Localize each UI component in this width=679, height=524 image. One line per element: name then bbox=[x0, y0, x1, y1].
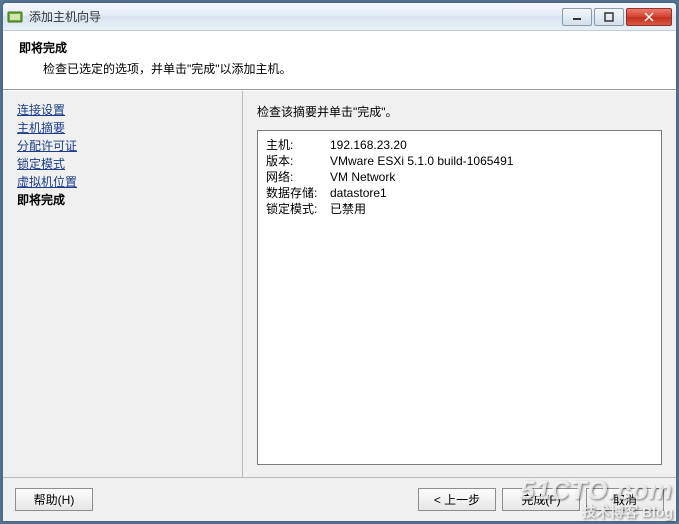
summary-label: 锁定模式: bbox=[266, 201, 330, 217]
step-assign-license[interactable]: 分配许可证 bbox=[17, 137, 242, 155]
wizard-body: 连接设置 主机摘要 分配许可证 锁定模式 虚拟机位置 即将完成 检查该摘要并单击… bbox=[3, 90, 676, 477]
step-ready-to-complete: 即将完成 bbox=[17, 191, 242, 209]
summary-value: datastore1 bbox=[330, 185, 387, 201]
summary-box: 主机: 192.168.23.20 版本: VMware ESXi 5.1.0 … bbox=[257, 130, 662, 465]
summary-value: VM Network bbox=[330, 169, 395, 185]
wizard-window: 添加主机向导 即将完成 检查已选定的选项，并单击"完成"以添加主机。 连接设置 … bbox=[2, 2, 677, 522]
summary-row-lockdown: 锁定模式: 已禁用 bbox=[266, 201, 653, 217]
help-button[interactable]: 帮助(H) bbox=[15, 488, 93, 511]
window-controls bbox=[562, 8, 672, 26]
summary-value: 192.168.23.20 bbox=[330, 137, 407, 153]
step-vm-location[interactable]: 虚拟机位置 bbox=[17, 173, 242, 191]
summary-label: 数据存储: bbox=[266, 185, 330, 201]
header-pane: 即将完成 检查已选定的选项，并单击"完成"以添加主机。 bbox=[3, 31, 676, 90]
page-subtitle: 检查已选定的选项，并单击"完成"以添加主机。 bbox=[43, 60, 660, 77]
app-icon bbox=[7, 9, 23, 25]
close-button[interactable] bbox=[626, 8, 672, 26]
page-title: 即将完成 bbox=[19, 39, 660, 56]
step-connection-settings[interactable]: 连接设置 bbox=[17, 101, 242, 119]
summary-value: VMware ESXi 5.1.0 build-1065491 bbox=[330, 153, 513, 169]
titlebar[interactable]: 添加主机向导 bbox=[3, 3, 676, 31]
instruction-text: 检查该摘要并单击"完成"。 bbox=[257, 103, 662, 120]
wizard-footer: 帮助(H) < 上一步 完成(F) 取消 bbox=[3, 477, 676, 521]
summary-row-host: 主机: 192.168.23.20 bbox=[266, 137, 653, 153]
finish-button[interactable]: 完成(F) bbox=[502, 488, 580, 511]
summary-row-datastore: 数据存储: datastore1 bbox=[266, 185, 653, 201]
summary-value: 已禁用 bbox=[330, 201, 366, 217]
window-title: 添加主机向导 bbox=[29, 8, 562, 25]
maximize-button[interactable] bbox=[594, 8, 624, 26]
cancel-button[interactable]: 取消 bbox=[586, 488, 664, 511]
step-lockdown-mode[interactable]: 锁定模式 bbox=[17, 155, 242, 173]
back-button[interactable]: < 上一步 bbox=[418, 488, 496, 511]
summary-label: 网络: bbox=[266, 169, 330, 185]
minimize-button[interactable] bbox=[562, 8, 592, 26]
step-host-summary[interactable]: 主机摘要 bbox=[17, 119, 242, 137]
summary-label: 主机: bbox=[266, 137, 330, 153]
summary-row-version: 版本: VMware ESXi 5.1.0 build-1065491 bbox=[266, 153, 653, 169]
wizard-steps-sidebar: 连接设置 主机摘要 分配许可证 锁定模式 虚拟机位置 即将完成 bbox=[3, 91, 243, 477]
summary-row-network: 网络: VM Network bbox=[266, 169, 653, 185]
summary-label: 版本: bbox=[266, 153, 330, 169]
main-content: 检查该摘要并单击"完成"。 主机: 192.168.23.20 版本: VMwa… bbox=[243, 91, 676, 477]
